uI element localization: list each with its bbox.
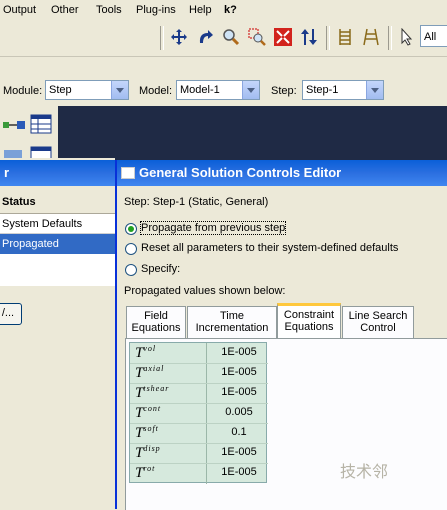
status-row-propagated[interactable]: Propagated	[0, 234, 115, 254]
menu-bar: Output Other Tools Plug-ins Help k?	[0, 0, 447, 22]
table-row[interactable]: Tvol 1E-005	[130, 343, 268, 363]
status-row-system-defaults[interactable]: System Defaults	[0, 214, 115, 234]
tab-field-equations[interactable]: Field Equations	[126, 306, 186, 338]
dialog-title-bar: General Solution Controls Editor	[117, 160, 447, 186]
chevron-down-icon[interactable]	[242, 81, 259, 99]
rotate-icon[interactable]	[194, 26, 216, 48]
toolbar: All	[0, 22, 447, 57]
watermark: 技术邻	[340, 464, 389, 481]
radio-specify-label[interactable]: Specify:	[141, 263, 180, 275]
model-combo[interactable]: Model-1	[176, 80, 260, 100]
radio-propagate-label[interactable]: Propagate from previous step	[139, 221, 287, 235]
menu-other[interactable]: Other	[51, 4, 79, 16]
edit-button[interactable]: /...	[0, 303, 22, 325]
ladder-icon[interactable]	[360, 26, 382, 48]
context-bar: Module: Step Model: Model-1 Step: Step-1	[0, 72, 447, 106]
chevron-down-icon[interactable]	[111, 81, 128, 99]
step-label: Step:	[271, 85, 297, 97]
table-row[interactable]: Trot 1E-005	[130, 463, 268, 483]
status-table: System Defaults Propagated	[0, 213, 115, 286]
menu-tools[interactable]: Tools	[96, 4, 122, 16]
table-icon[interactable]	[30, 114, 52, 137]
step-value: Step-1	[306, 84, 339, 96]
module-combo[interactable]: Step	[45, 80, 129, 100]
radio-specify[interactable]	[125, 264, 137, 276]
window-icon	[121, 167, 135, 179]
tab-time-incrementation[interactable]: Time Incrementation	[187, 306, 277, 338]
menu-plugins[interactable]: Plug-ins	[136, 4, 176, 16]
chevron-down-icon[interactable]	[366, 81, 383, 99]
grid-icon[interactable]	[334, 26, 356, 48]
pointer-icon[interactable]	[396, 26, 418, 48]
constraint-table: Tvol 1E-005 Taxial 1E-005 Ttshear 1E-005…	[129, 342, 268, 484]
step-manager-title-bar: r	[0, 160, 115, 186]
tab-line-search-control[interactable]: Line Search Control	[342, 306, 414, 338]
table-row[interactable]: Taxial 1E-005	[130, 363, 268, 383]
model-label: Model:	[139, 85, 173, 97]
toolbar-separator	[326, 26, 330, 50]
table-row[interactable]: Tsoft 0.1	[130, 423, 268, 443]
menu-help[interactable]: Help	[189, 4, 212, 16]
dialog-title: General Solution Controls Editor	[139, 165, 342, 180]
move-icon[interactable]	[168, 26, 190, 48]
model-value: Model-1	[180, 84, 220, 96]
step-info: Step: Step-1 (Static, General)	[124, 196, 269, 208]
radio-reset-label[interactable]: Reset all parameters to their system-def…	[141, 242, 398, 254]
vertical-arrows-icon[interactable]	[298, 26, 320, 48]
solution-controls-dialog: General Solution Controls Editor Step: S…	[115, 160, 447, 510]
table-row[interactable]: Ttshear 1E-005	[130, 383, 268, 403]
zoom-icon[interactable]	[220, 26, 242, 48]
module-value: Step	[49, 84, 72, 96]
table-row[interactable]: Tdisp 1E-005	[130, 443, 268, 463]
radio-propagate[interactable]	[125, 223, 137, 235]
context-help-icon[interactable]: k?	[224, 4, 237, 16]
propagated-caption: Propagated values shown below:	[124, 285, 286, 297]
fit-view-icon[interactable]	[272, 26, 294, 48]
tab-constraint-equations[interactable]: Constraint Equations	[277, 303, 341, 339]
status-column-header: Status	[2, 196, 36, 208]
step-combo[interactable]: Step-1	[302, 80, 384, 100]
module-label: Module:	[3, 85, 43, 97]
box-zoom-icon[interactable]	[246, 26, 268, 48]
table-row[interactable]: Tcont 0.005	[130, 403, 268, 423]
toolbar-separator	[388, 26, 392, 50]
selection-filter-combo[interactable]: All	[420, 25, 447, 47]
step-manager-panel	[0, 158, 115, 509]
menu-output[interactable]: Output	[3, 4, 36, 16]
tool-strip	[0, 106, 58, 161]
radio-reset[interactable]	[125, 243, 137, 255]
step-manager-icon[interactable]	[2, 116, 26, 137]
toolbar-separator	[160, 26, 164, 50]
